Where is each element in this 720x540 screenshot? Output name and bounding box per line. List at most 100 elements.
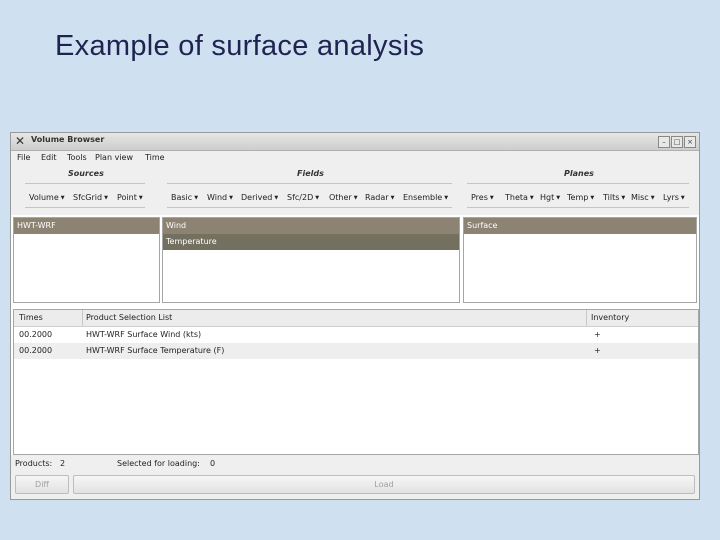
dropdown-label: Pres xyxy=(471,193,488,202)
chevron-down-icon: ▼ xyxy=(529,195,534,201)
fields-menu-sfc2d[interactable]: Sfc/2D ▼ xyxy=(287,193,319,202)
fields-menu-ensemble[interactable]: Ensemble ▼ xyxy=(403,193,448,202)
close-button[interactable]: × xyxy=(684,136,696,148)
column-separator xyxy=(586,310,587,326)
column-header-times[interactable]: Times xyxy=(19,313,43,322)
planes-group-title: Planes xyxy=(564,169,594,178)
slide-title: Example of surface analysis xyxy=(55,30,425,62)
product-list-header: Times Product Selection List Inventory xyxy=(14,310,698,327)
chevron-down-icon: ▼ xyxy=(274,195,279,201)
product-selection-list[interactable]: Times Product Selection List Inventory 0… xyxy=(13,309,699,455)
minimize-button[interactable]: – xyxy=(658,136,670,148)
dropdown-label: SfcGrid xyxy=(73,193,103,202)
products-count: 2 xyxy=(60,459,66,468)
dropdown-label: Volume xyxy=(29,193,59,202)
dropdown-label: Theta xyxy=(505,193,528,202)
planes-menu-lyrs[interactable]: Lyrs ▼ xyxy=(663,193,685,202)
dropdown-label: Lyrs xyxy=(663,193,679,202)
dropdown-label: Radar xyxy=(365,193,389,202)
column-separator xyxy=(82,310,83,326)
status-bar: Products: 2 Selected for loading: 0 Diff… xyxy=(11,455,699,499)
sources-menu-sfcgrid[interactable]: SfcGrid ▼ xyxy=(73,193,108,202)
dropdown-label: Tilts xyxy=(603,193,620,202)
list-item[interactable]: Wind xyxy=(163,218,459,234)
sources-divider xyxy=(25,183,145,184)
planes-divider xyxy=(467,183,689,184)
chevron-down-icon: ▼ xyxy=(104,195,108,201)
menu-tools[interactable]: Tools xyxy=(67,153,87,162)
dropdown-label: Ensemble xyxy=(403,193,443,202)
dropdown-label: Point xyxy=(117,193,137,202)
chevron-down-icon: ▼ xyxy=(315,195,320,201)
chevron-down-icon: ▼ xyxy=(650,195,655,201)
selected-label: Selected for loading: xyxy=(117,459,200,468)
dropdown-label: Misc xyxy=(631,193,649,202)
chevron-down-icon: ▼ xyxy=(590,195,595,201)
fields-list[interactable]: Wind Temperature xyxy=(162,217,460,303)
fields-divider-bottom xyxy=(167,207,452,208)
fields-menu-radar[interactable]: Radar ▼ xyxy=(365,193,394,202)
fields-divider xyxy=(167,183,452,184)
menu-time[interactable]: Time xyxy=(145,153,165,162)
chevron-down-icon: ▼ xyxy=(229,195,233,201)
window-titlebar[interactable]: ✕ Volume Browser – □ × xyxy=(11,133,699,151)
products-label: Products: xyxy=(15,459,53,468)
planes-divider-bottom xyxy=(467,207,689,208)
list-item[interactable]: Surface xyxy=(464,218,696,234)
app-x-icon: ✕ xyxy=(15,134,26,148)
planes-menu-hgt[interactable]: Hgt ▼ xyxy=(540,193,560,202)
sources-group-title: Sources xyxy=(68,169,104,178)
fields-menu-basic[interactable]: Basic ▼ xyxy=(171,193,198,202)
fields-menu-wind[interactable]: Wind ▼ xyxy=(207,193,233,202)
list-item[interactable]: HWT-WRF xyxy=(14,218,159,234)
chevron-down-icon: ▼ xyxy=(680,195,685,201)
sources-menu-volume[interactable]: Volume ▼ xyxy=(29,193,65,202)
row-time: 00.2000 xyxy=(19,330,53,339)
window-title: Volume Browser xyxy=(31,135,105,144)
sources-menu-point[interactable]: Point ▼ xyxy=(117,193,143,202)
planes-menu-theta[interactable]: Theta ▼ xyxy=(505,193,534,202)
diff-button[interactable]: Diff xyxy=(15,475,69,494)
table-row[interactable]: 00.2000 HWT-WRF Surface Wind (kts) + xyxy=(14,327,698,343)
dropdown-label: Temp xyxy=(567,193,589,202)
planes-menu-pres[interactable]: Pres ▼ xyxy=(471,193,494,202)
row-inventory: + xyxy=(594,330,601,339)
dropdown-label: Other xyxy=(329,193,352,202)
fields-group-title: Fields xyxy=(297,169,324,178)
dropdown-label: Basic xyxy=(171,193,193,202)
table-row[interactable]: 00.2000 HWT-WRF Surface Temperature (F) … xyxy=(14,343,698,359)
planes-menu-temp[interactable]: Temp ▼ xyxy=(567,193,594,202)
menu-edit[interactable]: Edit xyxy=(41,153,57,162)
load-button[interactable]: Load xyxy=(73,475,695,494)
maximize-button[interactable]: □ xyxy=(671,136,683,148)
list-item[interactable]: Temperature xyxy=(163,234,459,250)
chevron-down-icon: ▼ xyxy=(60,195,65,201)
column-header-product[interactable]: Product Selection List xyxy=(86,313,172,322)
column-header-inventory[interactable]: Inventory xyxy=(591,313,629,322)
chevron-down-icon: ▼ xyxy=(444,195,449,201)
sources-list[interactable]: HWT-WRF xyxy=(13,217,160,303)
fields-menu-derived[interactable]: Derived ▼ xyxy=(241,193,278,202)
chevron-down-icon: ▼ xyxy=(489,195,494,201)
volume-browser-window: ✕ Volume Browser – □ × File Edit Tools P… xyxy=(10,132,700,500)
chevron-down-icon: ▼ xyxy=(138,195,143,201)
selected-count: 0 xyxy=(210,459,216,468)
chevron-down-icon: ▼ xyxy=(194,195,199,201)
row-time: 00.2000 xyxy=(19,346,53,355)
planes-list[interactable]: Surface xyxy=(463,217,697,303)
planes-menu-tilts[interactable]: Tilts ▼ xyxy=(603,193,625,202)
fields-menu-other[interactable]: Other ▼ xyxy=(329,193,358,202)
chevron-down-icon: ▼ xyxy=(556,195,561,201)
menu-plan-view[interactable]: Plan view xyxy=(95,153,133,162)
toolbar-area: Sources Volume ▼ SfcGrid ▼ Point ▼ Fields B… xyxy=(11,165,699,215)
dropdown-label: Wind xyxy=(207,193,228,202)
chevron-down-icon: ▼ xyxy=(621,195,626,201)
row-inventory: + xyxy=(594,346,601,355)
menubar: File Edit Tools Plan view Time xyxy=(11,151,699,165)
planes-menu-misc[interactable]: Misc ▼ xyxy=(631,193,655,202)
row-product: HWT-WRF Surface Temperature (F) xyxy=(86,346,225,355)
dropdown-label: Hgt xyxy=(540,193,555,202)
row-product: HWT-WRF Surface Wind (kts) xyxy=(86,330,202,339)
menu-file[interactable]: File xyxy=(17,153,30,162)
chevron-down-icon: ▼ xyxy=(353,195,358,201)
